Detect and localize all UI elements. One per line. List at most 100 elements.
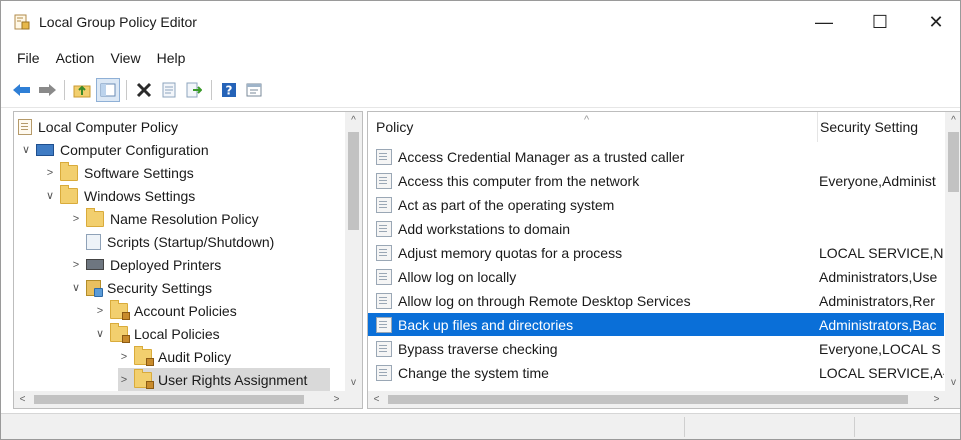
svg-text:?: ? — [226, 84, 233, 98]
scroll-right-icon[interactable]: > — [928, 391, 945, 408]
sort-ascending-icon: ^ — [584, 114, 590, 126]
secure-folder-icon — [110, 299, 130, 320]
scroll-up-icon[interactable]: ^ — [945, 112, 960, 129]
table-row[interactable]: Change the system time LOCAL SERVICE,A‹ — [368, 361, 944, 384]
properties-icon[interactable] — [158, 79, 180, 101]
row-policy-name: Access Credential Manager as a trusted c… — [398, 148, 685, 165]
tree-item-local-policies[interactable]: ∨ Local Policies — [94, 322, 220, 345]
table-row[interactable]: Act as part of the operating system — [368, 193, 944, 216]
minimize-button[interactable]: — — [801, 1, 847, 43]
back-arrow-icon[interactable] — [11, 79, 33, 101]
tree-item-audit-policy[interactable]: > Audit Policy — [118, 345, 231, 368]
scroll-thumb[interactable] — [948, 132, 959, 192]
tree-item-label: Deployed Printers — [110, 256, 222, 273]
tree-vertical-scrollbar[interactable]: ^ v — [345, 112, 362, 391]
expand-chevron-icon[interactable]: > — [94, 305, 106, 317]
close-button[interactable]: ✕ — [913, 1, 959, 43]
window-title: Local Group Policy Editor — [39, 14, 197, 30]
tree-item-local-computer-policy[interactable]: Local Computer Policy — [18, 115, 178, 138]
scroll-up-icon[interactable]: ^ — [345, 112, 362, 129]
menu-file[interactable]: File — [9, 50, 48, 66]
tree-horizontal-scrollbar[interactable]: < > — [14, 391, 345, 408]
tree-item-software-settings[interactable]: > Software Settings — [44, 161, 194, 184]
list-horizontal-scrollbar[interactable]: < > — [368, 391, 945, 408]
expand-chevron-icon[interactable]: > — [118, 374, 130, 386]
column-header-security-setting[interactable]: Security Setting — [817, 112, 918, 142]
collapse-chevron-icon[interactable]: ∨ — [20, 143, 32, 156]
table-row[interactable]: Allow log on locally Administrators,Use — [368, 265, 944, 288]
scroll-right-icon[interactable]: > — [328, 391, 345, 408]
forward-arrow-icon[interactable] — [36, 79, 58, 101]
table-row[interactable]: Bypass traverse checking Everyone,LOCAL S — [368, 337, 944, 360]
delete-icon[interactable] — [133, 79, 155, 101]
table-row[interactable]: Access this computer from the network Eve… — [368, 169, 944, 192]
security-settings-icon — [86, 279, 103, 297]
policy-list-pane[interactable]: Policy ^ Security Setting Access Credent… — [367, 111, 960, 409]
console-tree-pane[interactable]: Local Computer Policy ∨ Computer Configu… — [13, 111, 363, 409]
tree-item-user-rights-assignment[interactable]: > User Rights Assignment — [118, 368, 330, 391]
scroll-thumb[interactable] — [348, 132, 359, 230]
secure-folder-icon — [134, 368, 154, 389]
tree-item-label: Name Resolution Policy — [110, 210, 259, 227]
maximize-button[interactable]: ☐ — [857, 1, 903, 43]
scrollbar-corner — [945, 391, 960, 408]
policy-setting-icon — [376, 340, 392, 357]
tree-item-computer-configuration[interactable]: ∨ Computer Configuration — [20, 138, 209, 161]
table-row[interactable]: Add workstations to domain — [368, 217, 944, 240]
printer-icon — [86, 259, 104, 270]
scroll-thumb[interactable] — [34, 395, 304, 404]
row-security-setting: Administrators,Use — [819, 268, 938, 285]
tree-item-security-settings[interactable]: ∨ Security Settings — [70, 276, 212, 299]
tree-item-label: Local Computer Policy — [38, 118, 179, 135]
computer-icon — [36, 143, 54, 156]
tree-item-deployed-printers[interactable]: > Deployed Printers — [70, 253, 222, 276]
table-row[interactable]: Allow log on through Remote Desktop Serv… — [368, 289, 944, 312]
column-header-policy[interactable]: Policy — [376, 112, 413, 142]
tree-item-name-resolution-policy[interactable]: > Name Resolution Policy — [70, 207, 259, 230]
group-policy-app-icon — [13, 13, 31, 31]
filter-icon[interactable] — [243, 79, 265, 101]
tree-item-label: Computer Configuration — [60, 141, 209, 158]
row-security-setting: LOCAL SERVICE,A‹ — [819, 364, 944, 381]
row-policy-name: Act as part of the operating system — [398, 196, 615, 213]
policy-setting-icon — [376, 196, 392, 213]
expand-chevron-icon[interactable]: > — [44, 167, 56, 179]
row-policy-name: Back up files and directories — [398, 316, 574, 333]
collapse-chevron-icon[interactable]: ∨ — [44, 189, 56, 202]
policy-setting-icon — [376, 220, 392, 237]
expand-chevron-icon[interactable]: > — [70, 213, 82, 225]
scroll-down-icon[interactable]: v — [345, 374, 362, 391]
collapse-chevron-icon[interactable]: ∨ — [94, 327, 106, 340]
help-icon[interactable]: ? — [218, 79, 240, 101]
show-hide-tree-icon[interactable] — [96, 78, 120, 102]
menu-action[interactable]: Action — [48, 50, 103, 66]
tree-item-label: Software Settings — [84, 164, 194, 181]
tree-item-label: Local Policies — [134, 325, 220, 342]
tree-item-account-policies[interactable]: > Account Policies — [94, 299, 237, 322]
expand-chevron-icon[interactable]: > — [118, 351, 130, 363]
expand-chevron-icon[interactable]: > — [70, 259, 82, 271]
list-vertical-scrollbar[interactable]: ^ v — [945, 112, 960, 391]
row-security-setting: Administrators,Bac — [819, 316, 937, 333]
toolbar-separator — [211, 80, 212, 100]
menu-view[interactable]: View — [102, 50, 148, 66]
scroll-down-icon[interactable]: v — [945, 374, 960, 391]
export-list-icon[interactable] — [183, 79, 205, 101]
folder-icon — [86, 207, 104, 227]
menu-help[interactable]: Help — [149, 50, 194, 66]
table-row-selected[interactable]: Back up files and directories Administrat… — [368, 313, 944, 336]
tree-item-windows-settings[interactable]: ∨ Windows Settings — [44, 184, 195, 207]
tree-item-scripts[interactable]: Scripts (Startup/Shutdown) — [70, 230, 274, 253]
status-bar — [1, 413, 960, 439]
row-policy-name: Allow log on through Remote Desktop Serv… — [398, 292, 691, 309]
tree-item-label: Audit Policy — [158, 348, 232, 365]
scroll-left-icon[interactable]: < — [368, 391, 385, 408]
collapse-chevron-icon[interactable]: ∨ — [70, 281, 82, 294]
scroll-left-icon[interactable]: < — [14, 391, 31, 408]
policy-setting-icon — [376, 292, 392, 309]
table-row[interactable]: Access Credential Manager as a trusted c… — [368, 145, 944, 168]
up-folder-icon[interactable] — [71, 79, 93, 101]
tree-item-label: Windows Settings — [84, 187, 196, 204]
table-row[interactable]: Adjust memory quotas for a process LOCAL … — [368, 241, 944, 264]
scroll-thumb[interactable] — [388, 395, 908, 404]
